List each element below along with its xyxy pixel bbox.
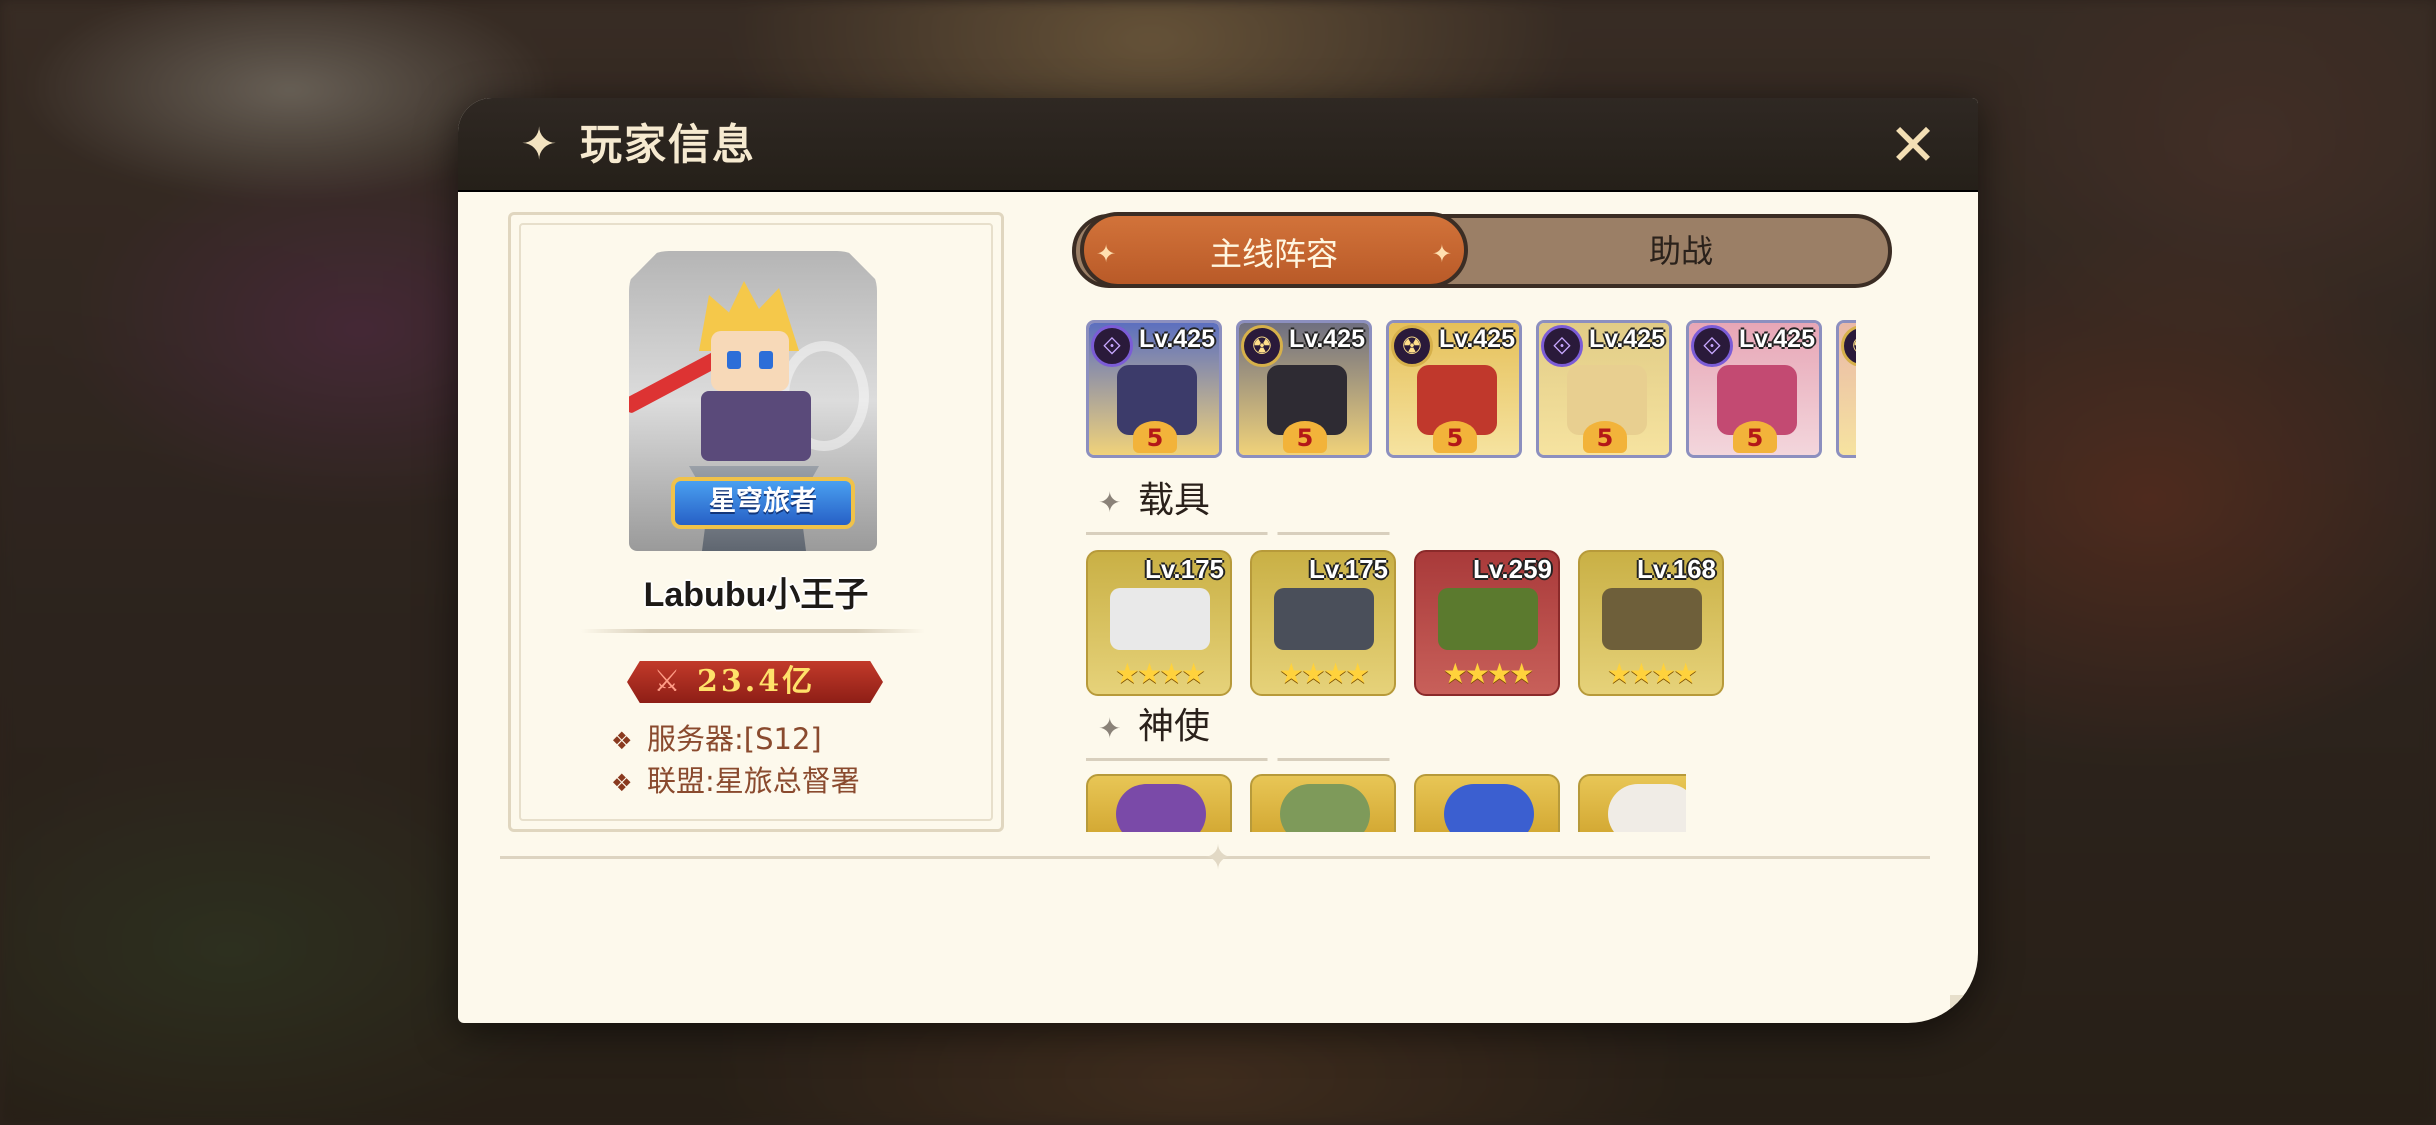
profile-divider [581,629,925,633]
hero-card[interactable]: ☢ Lv.425 5 [1386,320,1522,458]
section-title-envoys-label: 神使 [1138,706,1211,747]
hero-rank-badge: 5 [1433,421,1477,453]
sparkle-icon: ✦ [1431,240,1452,268]
sparkle-icon: ✦ [1096,240,1117,268]
dark-icon: ☢ [1241,325,1283,367]
vehicle-level: Lv.175 [1308,554,1388,584]
envoy-card[interactable] [1086,774,1232,832]
envoy-card[interactable] [1250,774,1396,832]
diamond-bullet-icon: ❖ [611,727,633,755]
tab-support[interactable]: 助战 [1470,218,1892,284]
section-divider [1086,758,1416,761]
envoy-portrait [1608,784,1686,832]
sparkle-icon: ✦ [1203,838,1233,878]
crossed-swords-icon: ⚔ [653,664,681,699]
hero-rank-badge: 5 [1583,421,1627,453]
arcane-icon: ⟐ [1541,325,1583,367]
close-button[interactable]: ✕ [1886,116,1940,174]
envoy-card[interactable] [1578,774,1686,832]
player-name: Labubu小王子 [643,576,869,614]
player-info-dialog: ✦ 玩家信息 ✕ 星穹旅者 Labubu小王子 ⚔ 23.4亿 ❖ 服务器:[S1… [458,98,1978,1023]
close-icon: ✕ [1888,111,1938,179]
hero-face-graphic [711,331,789,391]
hero-card[interactable]: ☢ Lv.425 5 [1236,320,1372,458]
vehicle-level: Lv.175 [1144,554,1224,584]
server-info: ❖ 服务器:[S12] [611,719,822,759]
vehicle-level: Lv.259 [1472,554,1552,584]
vehicle-card[interactable]: Lv.175 ★★★★ [1250,550,1396,696]
hero-rank-badge: 5 [1733,421,1777,453]
vehicle-level: Lv.168 [1636,554,1716,584]
vehicle-image [1602,588,1702,650]
alliance-info: ❖ 联盟:星旅总督署 [611,761,860,801]
profile-card: 星穹旅者 Labubu小王子 ⚔ 23.4亿 ❖ 服务器:[S12] ❖ 联盟:星旅… [508,212,1004,832]
star-rating: ★★★★ [1442,657,1534,690]
hero-rank-badge: 5 [1133,421,1177,453]
vehicle-image [1110,588,1210,650]
hero-eye-graphic [727,351,741,369]
hero-card[interactable]: ☢ [1836,320,1856,458]
envoy-portrait [1280,784,1370,832]
server-text: 服务器:[S12] [647,722,822,756]
envoy-row [1086,774,1686,832]
hero-lineup-row: ⟐ Lv.425 5 ☢ Lv.425 5 ☢ Lv.425 5 ⟐ Lv.42… [1086,320,1856,464]
star-rating: ★★★★ [1606,657,1698,690]
hero-level: Lv.425 [1289,325,1365,353]
hero-eye-graphic [759,351,773,369]
tab-main-lineup[interactable]: ✦ 主线阵容 ✦ [1080,212,1468,288]
arcane-icon: ⟐ [1091,325,1133,367]
combat-power-value: 23.4亿 [697,664,816,699]
dialog-title: 玩家信息 [580,120,757,169]
section-title-vehicles: ✦ 载具 [1098,478,1210,524]
corner-fold-decoration [1950,995,1978,1023]
diamond-bullet-icon: ❖ [611,769,633,797]
player-title-badge: 星穹旅者 [671,477,855,529]
vehicle-image [1274,588,1374,650]
section-title-envoys: ✦ 神使 [1098,704,1210,750]
vehicle-card[interactable]: Lv.259 ★★★★ [1414,550,1560,696]
star-rating: ★★★★ [1114,657,1206,690]
vehicle-card[interactable]: Lv.175 ★★★★ [1086,550,1232,696]
arcane-icon: ⟐ [1691,325,1733,367]
hero-card[interactable]: ⟐ Lv.425 5 [1686,320,1822,458]
hero-rank-badge: 5 [1283,421,1327,453]
hero-card[interactable]: ⟐ Lv.425 5 [1086,320,1222,458]
hero-level: Lv.425 [1139,325,1215,353]
vehicle-card[interactable]: Lv.168 ★★★★ [1578,550,1724,696]
hero-card[interactable]: ⟐ Lv.425 5 [1536,320,1672,458]
hero-body-graphic [701,391,811,461]
sparkle-icon: ✦ [520,119,558,170]
vehicle-image [1438,588,1538,650]
hero-level: Lv.425 [1439,325,1515,353]
sparkle-icon: ✦ [1098,486,1122,519]
section-title-vehicles-label: 载具 [1138,480,1211,521]
hero-level: Lv.425 [1589,325,1665,353]
dialog-header: ✦ 玩家信息 ✕ [458,98,1978,192]
tab-main-lineup-label: 主线阵容 [1209,235,1338,273]
envoy-portrait [1116,784,1206,832]
envoy-portrait [1444,784,1534,832]
tab-support-label: 助战 [1648,232,1713,270]
envoy-card[interactable] [1414,774,1560,832]
hero-level: Lv.425 [1739,325,1815,353]
dark-icon: ☢ [1391,325,1433,367]
section-divider [1086,532,1416,535]
combat-power-bar: ⚔ 23.4亿 [627,661,883,703]
sparkle-icon: ✦ [1098,712,1122,745]
alliance-text: 联盟:星旅总督署 [647,764,860,798]
lineup-tabs: ✦ 主线阵容 ✦ 助战 [1072,212,1892,288]
star-rating: ★★★★ [1278,657,1370,690]
